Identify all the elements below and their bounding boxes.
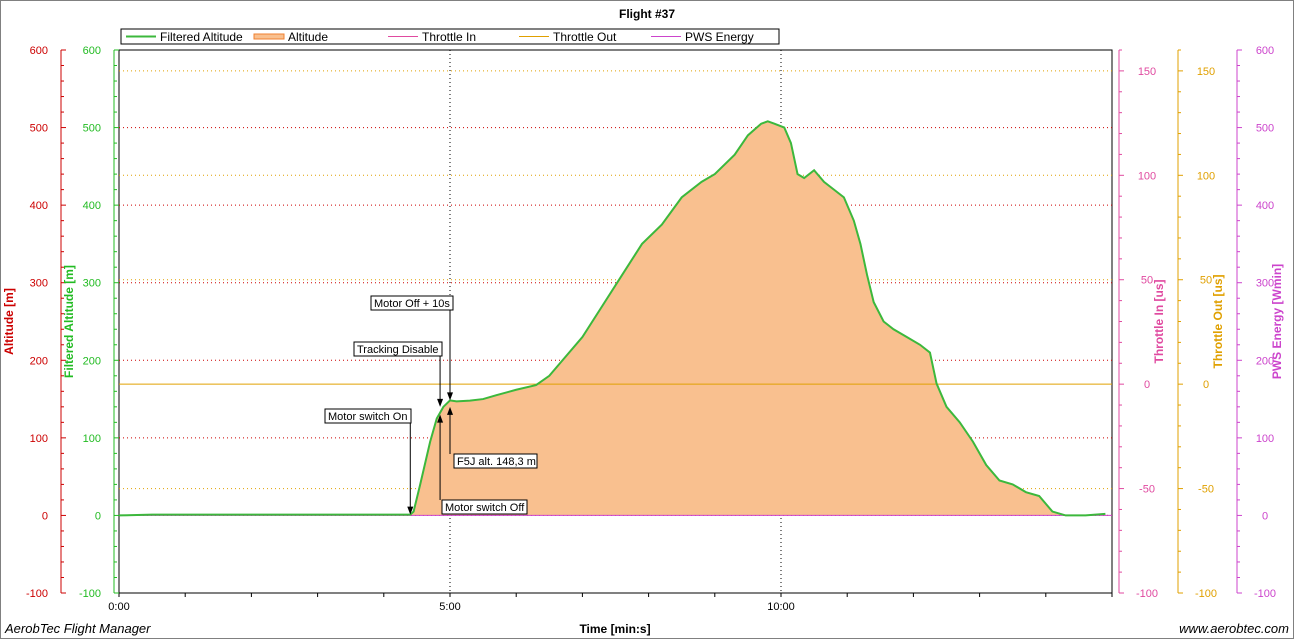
- y-tick-label-right: 600: [1256, 45, 1274, 57]
- y-tick-label: -100: [26, 588, 48, 600]
- marker-label: F5J alt. 148,3 m: [457, 456, 536, 468]
- y-tick-label-right: -50: [1198, 484, 1214, 496]
- y-tick-label-right: 500: [1256, 123, 1274, 135]
- y-tick-label: 0: [42, 510, 48, 522]
- x-tick-label: 10:00: [767, 601, 795, 613]
- legend-label: Altitude: [288, 30, 328, 44]
- app-name: AerobTec Flight Manager: [5, 621, 151, 636]
- legend-swatch: [253, 33, 285, 40]
- y-axis-label: Altitude [m]: [2, 288, 16, 355]
- y-tick-label-right: 100: [1138, 170, 1156, 182]
- y-axis-label-right: Throttle Out [us]: [1211, 275, 1225, 369]
- x-tick-label: 5:00: [439, 601, 460, 613]
- legend-label: Throttle Out: [553, 30, 617, 44]
- legend-label: PWS Energy: [685, 30, 754, 44]
- flight-chart: Flight #37 Time [min:s] 0:00 5:00 10:00 -10…: [2, 7, 1284, 636]
- y-tick-label: 300: [83, 278, 101, 290]
- y-tick-label: 0: [95, 510, 101, 522]
- y-tick-label: 500: [83, 123, 101, 135]
- x-axis-label: Time [min:s]: [579, 622, 650, 636]
- y-tick-label-right: -100: [1136, 588, 1158, 600]
- chart-window: Flight #37 Time [min:s] 0:00 5:00 10:00 -10…: [0, 0, 1294, 639]
- y-tick-label-right: 150: [1197, 66, 1215, 78]
- y-tick-label: 200: [83, 355, 101, 367]
- y-axis-label-right: Throttle In [us]: [1152, 280, 1166, 364]
- y-tick-label-right: 0: [1262, 510, 1268, 522]
- marker-label: Tracking Disable: [357, 344, 439, 356]
- y-tick-label-right: 100: [1197, 170, 1215, 182]
- marker-label: Motor switch On: [328, 411, 407, 423]
- website-link[interactable]: www.aerobtec.com: [1179, 621, 1289, 636]
- y-tick-label: 400: [83, 200, 101, 212]
- y-tick-label: 400: [30, 200, 48, 212]
- y-tick-label-right: 0: [1203, 379, 1209, 391]
- y-tick-label: 200: [30, 355, 48, 367]
- y-tick-label-right: 150: [1138, 66, 1156, 78]
- y-tick-label-right: -100: [1195, 588, 1217, 600]
- y-tick-label: 600: [83, 45, 101, 57]
- y-tick-label: -100: [79, 588, 101, 600]
- legend-label: Filtered Altitude: [160, 30, 243, 44]
- y-tick-label: 300: [30, 278, 48, 290]
- y-tick-label-right: -100: [1254, 588, 1276, 600]
- y-tick-label: 500: [30, 123, 48, 135]
- legend-label: Throttle In: [422, 30, 476, 44]
- y-axis-label-right: PWS Energy [Wmin]: [1270, 264, 1284, 379]
- marker-label: Motor Off + 10s: [374, 298, 450, 310]
- y-tick-label-right: -50: [1139, 484, 1155, 496]
- y-tick-label-right: 400: [1256, 200, 1274, 212]
- chart-title: Flight #37: [619, 7, 675, 21]
- y-axis-label: Filtered Altitude [m]: [62, 265, 76, 378]
- y-tick-label-right: 100: [1256, 433, 1274, 445]
- y-tick-label: 100: [83, 433, 101, 445]
- y-tick-label-right: 0: [1144, 379, 1150, 391]
- x-tick-label: 0:00: [108, 601, 129, 613]
- y-tick-label: 100: [30, 433, 48, 445]
- marker-label: Motor switch Off: [445, 502, 525, 514]
- y-tick-label: 600: [30, 45, 48, 57]
